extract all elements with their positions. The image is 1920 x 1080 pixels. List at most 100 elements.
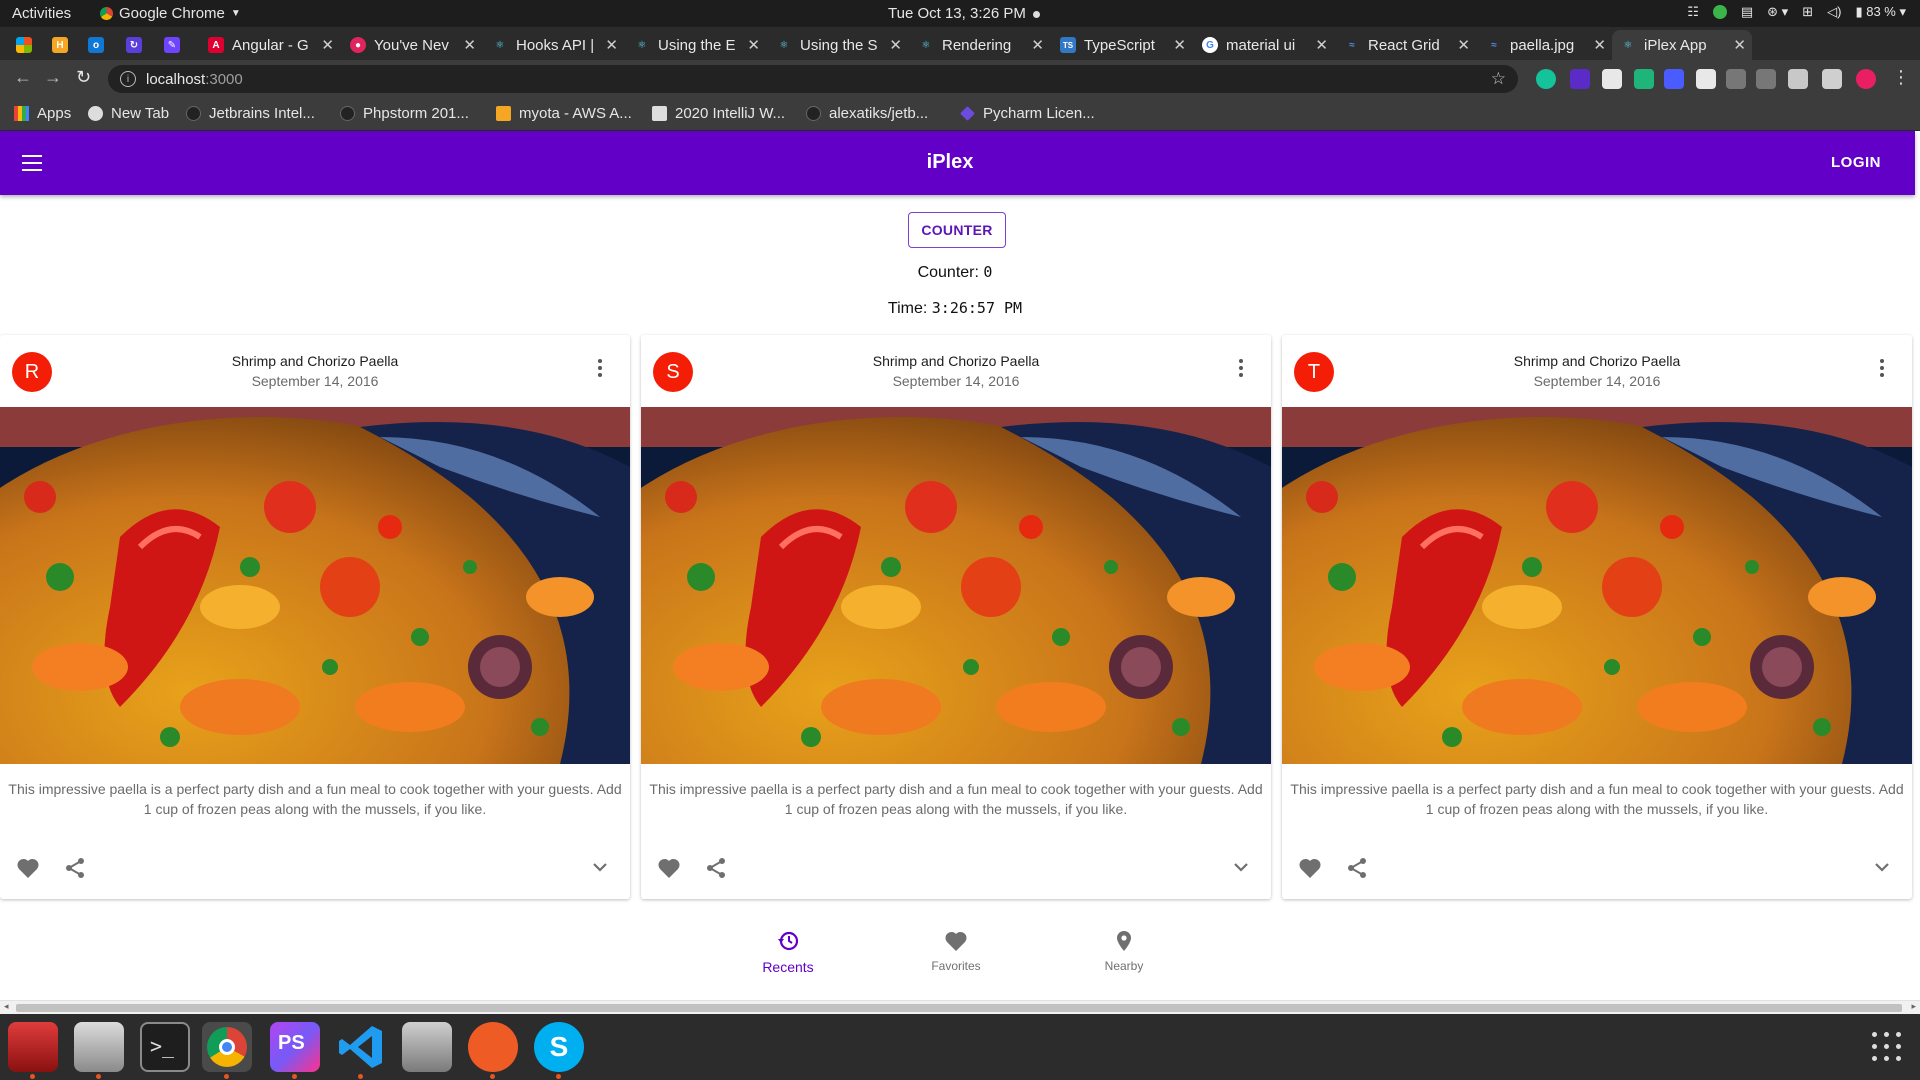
heart-icon[interactable] — [1298, 857, 1322, 879]
close-icon[interactable]: ✕ — [1733, 36, 1746, 54]
bookmark-alexatiks[interactable]: alexatiks/jetb... — [806, 105, 928, 122]
expand-more-icon[interactable] — [592, 861, 608, 873]
pinned-tab-windows[interactable] — [16, 30, 42, 60]
share-icon[interactable] — [1346, 857, 1368, 879]
close-icon[interactable]: ✕ — [889, 36, 902, 54]
tab-paella-jpg[interactable]: ≈ paella.jpg ✕ — [1478, 30, 1612, 60]
tab-using-the-state[interactable]: ⚛ Using the S ✕ — [768, 30, 908, 60]
more-vert-icon[interactable]: ⋮ — [1892, 67, 1910, 88]
heart-icon[interactable] — [16, 857, 40, 879]
close-icon[interactable]: ✕ — [463, 36, 476, 54]
activities-button[interactable]: Activities — [12, 5, 71, 22]
grammarly-icon[interactable] — [1536, 69, 1556, 89]
box-icon — [496, 106, 511, 121]
close-icon[interactable]: ✕ — [1173, 36, 1186, 54]
show-applications-icon[interactable] — [1872, 1032, 1902, 1062]
tab-angular[interactable]: A Angular - G ✕ — [200, 30, 340, 60]
profile-avatar[interactable] — [1856, 69, 1876, 89]
puzzle-icon[interactable] — [1822, 69, 1842, 89]
bottom-nav-favorites[interactable]: Favorites — [896, 930, 1016, 973]
battery-indicator[interactable]: ▮ 83 % ▾ — [1855, 4, 1906, 20]
close-icon[interactable]: ✕ — [605, 36, 618, 54]
react-icon: ⚛ — [1623, 39, 1633, 51]
volume-icon[interactable]: ◁) — [1827, 4, 1841, 20]
close-icon[interactable]: ✕ — [1031, 36, 1044, 54]
accessibility-icon[interactable]: ⊛ ▾ — [1767, 4, 1788, 20]
heart-icon[interactable] — [657, 857, 681, 879]
tab-hooks-api[interactable]: ⚛ Hooks API | ✕ — [484, 30, 624, 60]
skype-icon[interactable]: S — [534, 1022, 584, 1072]
more-vert-icon[interactable] — [1880, 359, 1884, 380]
bookmark-myota-aws[interactable]: myota - AWS A... — [496, 105, 632, 122]
bookmark-intellij[interactable]: 2020 IntelliJ W... — [652, 105, 785, 122]
bookmark-pycharm[interactable]: Pycharm Licen... — [960, 105, 1095, 122]
pinned-tab-tool[interactable]: ↻ — [126, 30, 152, 60]
tab-material-ui[interactable]: G material ui ✕ — [1194, 30, 1334, 60]
files-icon[interactable] — [74, 1022, 124, 1072]
bookmark-phpstorm[interactable]: Phpstorm 201... — [340, 105, 469, 122]
feather-icon[interactable] — [1664, 69, 1684, 89]
tab-title: TypeScript — [1084, 36, 1155, 54]
bottom-nav-recents[interactable]: Recents — [728, 930, 848, 975]
running-indicator — [96, 1074, 101, 1079]
counter-button[interactable]: COUNTER — [908, 212, 1006, 248]
tab-rendering[interactable]: ⚛ Rendering ✕ — [910, 30, 1050, 60]
pin-extension-icon[interactable] — [1634, 69, 1654, 89]
close-icon[interactable]: ✕ — [321, 36, 334, 54]
address-bar[interactable]: i localhost:3000 ☆ — [108, 65, 1518, 93]
expand-more-icon[interactable] — [1874, 861, 1890, 873]
network-icon[interactable]: ⊞ — [1802, 4, 1813, 20]
close-icon[interactable]: ✕ — [1315, 36, 1328, 54]
tab-iplex-app[interactable]: ⚛ iPlex App ✕ — [1612, 30, 1752, 60]
clock[interactable]: Tue Oct 13, 3:26 PM — [888, 5, 1041, 22]
tab-react-grid[interactable]: ≈ React Grid ✕ — [1336, 30, 1476, 60]
tab-youve-never[interactable]: ● You've Nev ✕ — [342, 30, 482, 60]
bookmark-jetbrains[interactable]: Jetbrains Intel... — [186, 105, 315, 122]
vscode-icon[interactable] — [336, 1022, 386, 1072]
vue-icon[interactable] — [1788, 69, 1808, 89]
close-icon[interactable]: ✕ — [1593, 36, 1606, 54]
more-vert-icon[interactable] — [598, 359, 602, 380]
pinned-tab-pen[interactable]: ✎ — [164, 30, 190, 60]
bookmark-star-icon[interactable]: ☆ — [1491, 69, 1506, 89]
scrollbar-thumb[interactable] — [16, 1004, 1902, 1012]
phpstorm-icon[interactable]: PS — [270, 1022, 320, 1072]
bottom-nav-nearby[interactable]: Nearby — [1064, 930, 1184, 973]
github-icon — [186, 106, 201, 121]
reload-icon: ↻ — [76, 67, 92, 87]
clipboard-icon[interactable]: ▤ — [1741, 4, 1753, 20]
tab-typescript[interactable]: TS TypeScript ✕ — [1052, 30, 1192, 60]
scroll-right-icon[interactable]: ▸ — [1911, 1001, 1916, 1012]
keyboard-icon[interactable]: ☷ — [1687, 4, 1699, 20]
share-icon[interactable] — [705, 857, 727, 879]
terminal-icon[interactable]: >_ — [140, 1022, 190, 1072]
scroll-left-icon[interactable]: ◂ — [4, 1001, 9, 1012]
location-icon[interactable] — [1756, 69, 1776, 89]
screen-recorder-icon[interactable] — [8, 1022, 58, 1072]
more-vert-icon[interactable] — [1239, 359, 1243, 380]
bookmark-apps[interactable]: Apps — [14, 105, 71, 122]
expand-more-icon[interactable] — [1233, 861, 1249, 873]
horizontal-scrollbar[interactable]: ◂ ▸ — [0, 1000, 1920, 1014]
login-button[interactable]: LOGIN — [1831, 154, 1881, 171]
sync-icon[interactable] — [1726, 69, 1746, 89]
close-icon[interactable]: ✕ — [1457, 36, 1470, 54]
camera-icon[interactable] — [402, 1022, 452, 1072]
forward-button[interactable]: → — [44, 67, 62, 88]
back-button[interactable]: ← — [14, 67, 32, 88]
info-icon[interactable]: i — [120, 71, 136, 87]
tab-using-the-effect[interactable]: ⚛ Using the E ✕ — [626, 30, 766, 60]
close-icon[interactable]: ✕ — [747, 36, 760, 54]
update-icon[interactable] — [1712, 5, 1727, 19]
share-icon[interactable] — [64, 857, 86, 879]
chrome-dock-item[interactable] — [202, 1022, 252, 1072]
app-menu[interactable]: Google Chrome ▼ — [100, 5, 241, 22]
bookmark-new-tab[interactable]: New Tab — [88, 105, 169, 122]
pinned-tab-hacker[interactable]: H — [52, 30, 78, 60]
reload-button[interactable]: ↻ — [76, 67, 91, 88]
extension-badge-icon[interactable] — [1570, 69, 1590, 89]
kanban-icon[interactable] — [1696, 69, 1716, 89]
pinned-tab-outlook[interactable]: o — [88, 30, 114, 60]
postman-icon[interactable] — [468, 1022, 518, 1072]
qr-icon[interactable] — [1602, 69, 1622, 89]
